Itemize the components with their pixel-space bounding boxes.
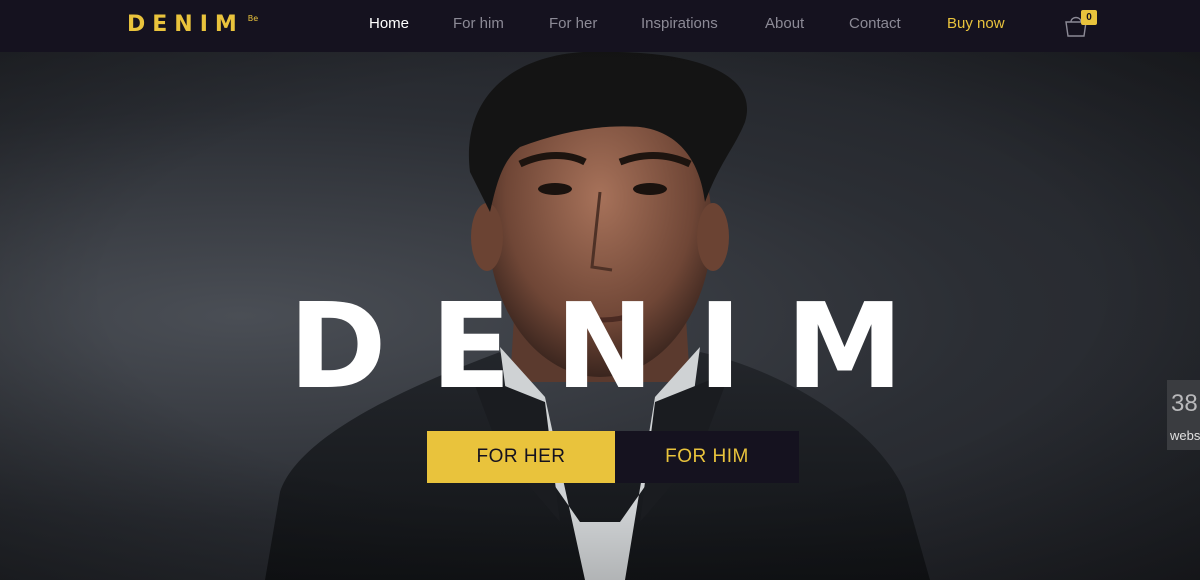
nav-buy-now[interactable]: Buy now <box>947 14 1005 34</box>
nav-inspirations[interactable]: Inspirations <box>641 14 718 34</box>
hero-title: DENIM <box>288 277 948 415</box>
nav-for-her[interactable]: For her <box>549 14 597 34</box>
nav-contact[interactable]: Contact <box>849 14 901 34</box>
nav-for-him[interactable]: For him <box>453 14 504 34</box>
logo-wordmark: DENIM <box>127 12 244 37</box>
top-navbar: DENIM Be Home For him For her Inspiratio… <box>0 0 1200 52</box>
cart-count-badge: 0 <box>1081 10 1097 25</box>
side-widget-number: 38 <box>1171 390 1198 417</box>
nav-home[interactable]: Home <box>369 14 409 34</box>
brand-logo[interactable]: DENIM Be <box>127 11 258 39</box>
cart-button[interactable]: 0 <box>1063 10 1099 38</box>
for-her-button[interactable]: FOR HER <box>427 431 615 483</box>
nav-about[interactable]: About <box>765 14 804 34</box>
side-promo-widget[interactable]: 38 webs <box>1167 380 1200 450</box>
logo-superscript: Be <box>247 14 259 23</box>
side-widget-text: webs <box>1170 428 1200 443</box>
hero-banner: DENIM FOR HER FOR HIM 38 webs <box>0 52 1200 580</box>
for-him-button[interactable]: FOR HIM <box>615 431 799 483</box>
hero-cta-group: FOR HER FOR HIM <box>427 431 799 483</box>
